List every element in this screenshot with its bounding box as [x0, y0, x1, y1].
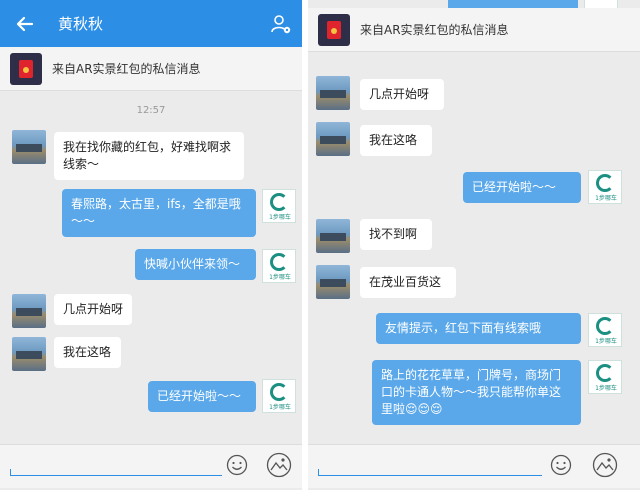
contact-avatar[interactable] — [12, 130, 46, 164]
contact-avatar[interactable] — [12, 337, 46, 371]
incoming-message: 我在找你藏的红包，好难找啊求线索～ — [54, 132, 244, 180]
smiley-icon[interactable] — [550, 454, 572, 476]
outgoing-message: 已经开始啦～～ — [463, 172, 581, 203]
logo-ring-icon — [270, 253, 288, 271]
logo-ring-icon — [270, 193, 288, 211]
message-input[interactable] — [10, 469, 222, 476]
contact-avatar[interactable] — [316, 122, 350, 156]
smiley-icon[interactable] — [226, 454, 248, 476]
incoming-message: 找不到啊 — [360, 219, 432, 250]
chat-header: 黄秋秋 — [0, 0, 302, 47]
logo-ring-icon — [596, 317, 614, 335]
sender-logo[interactable]: 1步哪车 — [588, 360, 622, 394]
red-envelope-icon — [10, 53, 42, 85]
outgoing-message: 路上的花花草草，门牌号，商场门口的卡通人物～～我只能帮你单这里啦😌😌😌 — [372, 360, 581, 425]
contact-avatar[interactable] — [316, 265, 350, 299]
red-envelope-icon — [318, 14, 350, 46]
logo-caption: 1步哪车 — [269, 274, 291, 281]
outgoing-message: 已经开始啦～～ — [148, 381, 256, 412]
sender-logo[interactable]: 1步哪车 — [262, 249, 296, 283]
logo-ring-icon — [270, 383, 288, 401]
logo-ring-icon — [596, 174, 614, 192]
image-icon[interactable] — [266, 452, 292, 478]
sender-logo[interactable]: 1步哪车 — [588, 313, 622, 347]
contact-avatar[interactable] — [316, 76, 350, 110]
logo-caption: 1步哪车 — [595, 195, 617, 202]
sender-logo[interactable]: 1步哪车 — [262, 189, 296, 223]
incoming-message: 几点开始呀 — [360, 79, 444, 110]
contact-avatar[interactable] — [12, 294, 46, 328]
contact-icon[interactable] — [270, 13, 292, 35]
chat-title: 黄秋秋 — [58, 15, 104, 33]
private-message-notice[interactable]: 来自AR实景红包的私信消息 — [0, 47, 302, 91]
sender-logo[interactable]: 1步哪车 — [262, 379, 296, 413]
outgoing-message: 春熙路，太古里，ifs，全都是哦～～ — [62, 189, 256, 237]
sender-logo[interactable]: 1步哪车 — [588, 170, 622, 204]
message-input-bar — [308, 444, 640, 488]
incoming-message: 几点开始呀 — [54, 294, 132, 325]
incoming-message: 我在这咯 — [360, 125, 432, 156]
incoming-message: 在茂业百货这 — [360, 267, 456, 298]
outgoing-message: 友情提示，红包下面有线索哦 — [376, 313, 581, 344]
logo-ring-icon — [596, 364, 614, 382]
image-icon[interactable] — [592, 452, 618, 478]
message-input-bar — [0, 444, 302, 488]
logo-caption: 1步哪车 — [269, 404, 291, 411]
private-message-notice[interactable]: 来自AR实景红包的私信消息 — [308, 8, 640, 52]
logo-caption: 1步哪车 — [595, 385, 617, 392]
contact-avatar[interactable] — [316, 219, 350, 253]
right-chat-screen: 来自AR实景红包的私信消息 几点开始呀 我在这咯 已经开始啦～～ 1步哪车 找不… — [308, 0, 640, 490]
notice-text: 来自AR实景红包的私信消息 — [52, 62, 201, 76]
logo-caption: 1步哪车 — [269, 214, 291, 221]
timestamp: 12:57 — [136, 105, 166, 116]
arrow-left-icon[interactable] — [14, 13, 36, 35]
left-chat-screen: 黄秋秋 来自AR实景红包的私信消息 12:57 我在找你藏的红包，好难找啊求线索… — [0, 0, 302, 490]
message-input[interactable] — [318, 469, 542, 476]
outgoing-message: 快喊小伙伴来领～ — [135, 249, 256, 280]
incoming-message: 我在这咯 — [54, 337, 121, 368]
logo-caption: 1步哪车 — [595, 338, 617, 345]
notice-text: 来自AR实景红包的私信消息 — [360, 23, 509, 37]
